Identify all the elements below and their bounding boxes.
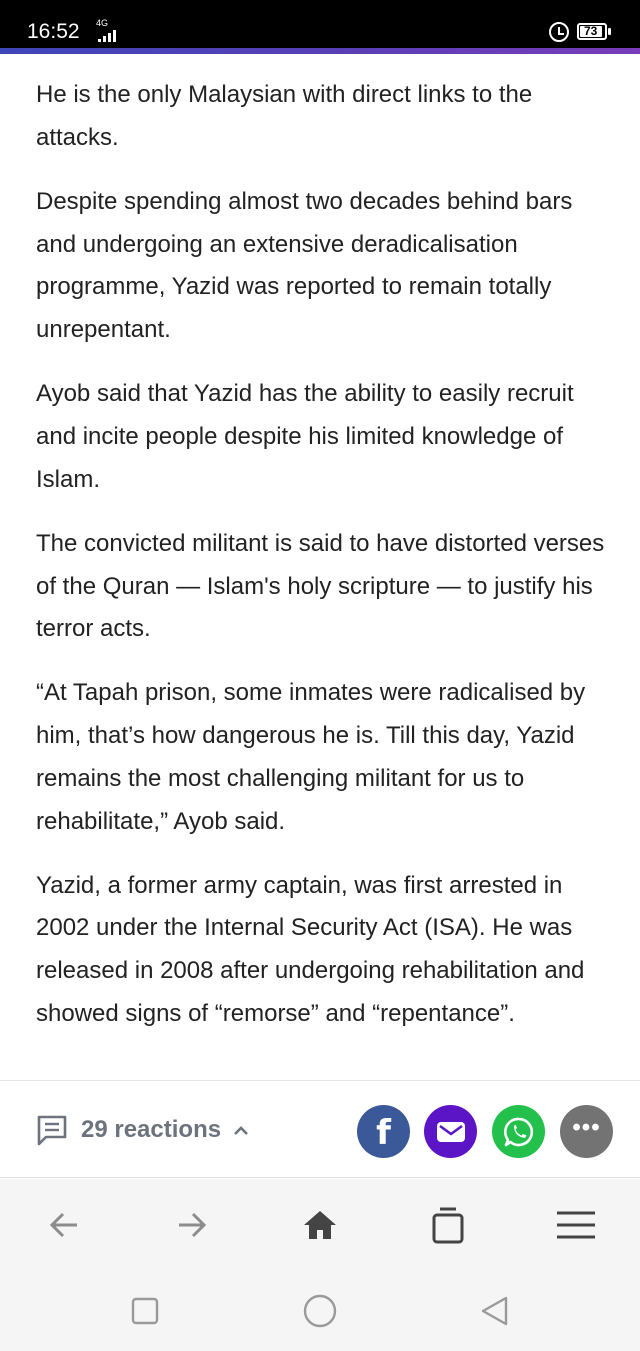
status-time: 16:52 <box>27 20 80 43</box>
tabs-icon <box>432 1207 464 1244</box>
facebook-icon: f <box>376 1112 391 1153</box>
email-icon <box>436 1121 465 1142</box>
signal-bars-icon <box>98 30 116 42</box>
article-paragraph: Ayob said that Yazid has the ability to … <box>36 380 574 493</box>
share-whatsapp-button[interactable] <box>492 1105 545 1158</box>
alarm-icon <box>549 22 569 42</box>
reading-progress-bar <box>0 48 640 54</box>
article-paragraph: He is the only Malaysian with direct lin… <box>36 81 533 151</box>
article-paragraph: The convicted militant is said to have d… <box>36 529 605 643</box>
menu-icon <box>557 1211 595 1239</box>
battery-percent: 73 <box>584 24 598 38</box>
reactions-count: 29 reactions <box>81 1116 222 1143</box>
forward-arrow-icon <box>179 1212 207 1238</box>
back-arrow-icon <box>49 1212 77 1238</box>
recent-apps-icon <box>131 1297 159 1325</box>
battery-icon: 73 <box>577 23 607 40</box>
comment-icon <box>37 1115 67 1146</box>
tabs-button[interactable] <box>428 1205 468 1245</box>
share-more-button[interactable]: ••• <box>560 1105 613 1158</box>
system-back-button[interactable] <box>474 1291 514 1331</box>
home-circle-icon <box>303 1294 337 1328</box>
menu-button[interactable] <box>556 1205 596 1245</box>
chevron-up-icon <box>234 1126 248 1135</box>
forward-button[interactable] <box>172 1205 212 1245</box>
home-icon <box>304 1211 336 1239</box>
recent-apps-button[interactable] <box>125 1291 165 1331</box>
network-type: 4G <box>96 18 109 28</box>
share-facebook-button[interactable]: f <box>357 1105 410 1158</box>
article-body: He is the only Malaysian with direct lin… <box>36 74 611 1057</box>
system-home-button[interactable] <box>300 1291 340 1331</box>
signal-icon: 4G <box>92 18 120 42</box>
browser-toolbar <box>0 1179 640 1271</box>
reactions-button[interactable]: 29 reactions <box>35 1113 249 1147</box>
whatsapp-icon <box>503 1117 533 1146</box>
more-icon: ••• <box>572 1113 601 1141</box>
back-triangle-icon <box>481 1296 508 1326</box>
system-nav-bar <box>0 1271 640 1351</box>
home-button[interactable] <box>300 1205 340 1245</box>
reactions-share-bar: 29 reactions f ••• <box>0 1080 640 1178</box>
status-bar: 16:52 4G 73 <box>0 0 640 48</box>
article-paragraph: Despite spending almost two decades behi… <box>36 187 573 344</box>
back-button[interactable] <box>44 1205 84 1245</box>
share-email-button[interactable] <box>424 1105 477 1158</box>
article-paragraph: “At Tapah prison, some inmates were radi… <box>36 679 586 835</box>
battery-tip <box>608 28 611 35</box>
article-paragraph: Yazid, a former army captain, was first … <box>36 871 585 1027</box>
